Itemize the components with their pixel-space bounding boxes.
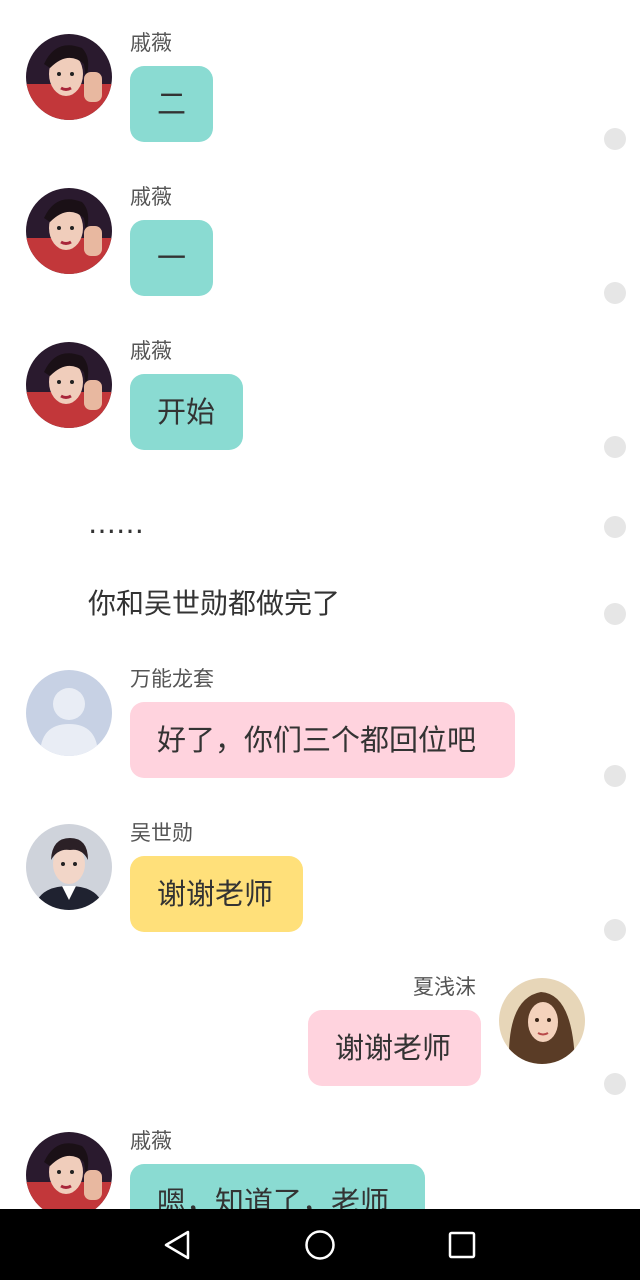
system-navigation-bar <box>0 1209 640 1280</box>
sender-avatar[interactable] <box>26 188 112 274</box>
sender-name: 戚薇 <box>130 31 172 55</box>
message-bubble[interactable]: 谢谢老师 <box>308 1010 481 1086</box>
message-bubble[interactable]: 开始 <box>130 374 243 450</box>
message-bubble[interactable]: 一 <box>130 220 213 296</box>
sender-name: 万能龙套 <box>130 667 214 691</box>
sender-avatar[interactable] <box>26 34 112 120</box>
recents-square-icon[interactable] <box>444 1227 480 1263</box>
sender-name: 吴世勋 <box>130 821 193 845</box>
home-circle-icon[interactable] <box>302 1227 338 1263</box>
status-dot <box>604 128 626 150</box>
status-dot <box>604 919 626 941</box>
sender-name: 戚薇 <box>130 185 172 209</box>
sender-name: 戚薇 <box>130 339 172 363</box>
chat-screen: 戚薇 二 戚薇 一 戚薇 开始 …… 你和吴世勋都做完了 万能龙套 好了，你们三… <box>0 0 640 1280</box>
status-dot <box>604 765 626 787</box>
sender-avatar[interactable] <box>499 978 585 1064</box>
narration-text: …… <box>88 507 144 540</box>
message-bubble[interactable]: 二 <box>130 66 213 142</box>
status-dot <box>604 516 626 538</box>
sender-avatar[interactable] <box>26 824 112 910</box>
back-triangle-icon[interactable] <box>160 1227 196 1263</box>
sender-avatar[interactable] <box>26 670 112 756</box>
sender-avatar[interactable] <box>26 1132 112 1209</box>
status-dot <box>604 603 626 625</box>
narration-text: 你和吴世勋都做完了 <box>88 587 341 620</box>
message-bubble[interactable]: 谢谢老师 <box>130 856 303 932</box>
sender-avatar[interactable] <box>26 342 112 428</box>
message-bubble[interactable]: 好了，你们三个都回位吧 <box>130 702 515 778</box>
status-dot <box>604 282 626 304</box>
sender-name: 夏浅沫 <box>413 975 476 999</box>
sender-name: 戚薇 <box>130 1129 172 1153</box>
status-dot <box>604 436 626 458</box>
status-dot <box>604 1073 626 1095</box>
message-list[interactable]: 戚薇 二 戚薇 一 戚薇 开始 …… 你和吴世勋都做完了 万能龙套 好了，你们三… <box>0 0 640 1209</box>
message-bubble[interactable]: 嗯，知道了，老师 <box>130 1164 425 1209</box>
